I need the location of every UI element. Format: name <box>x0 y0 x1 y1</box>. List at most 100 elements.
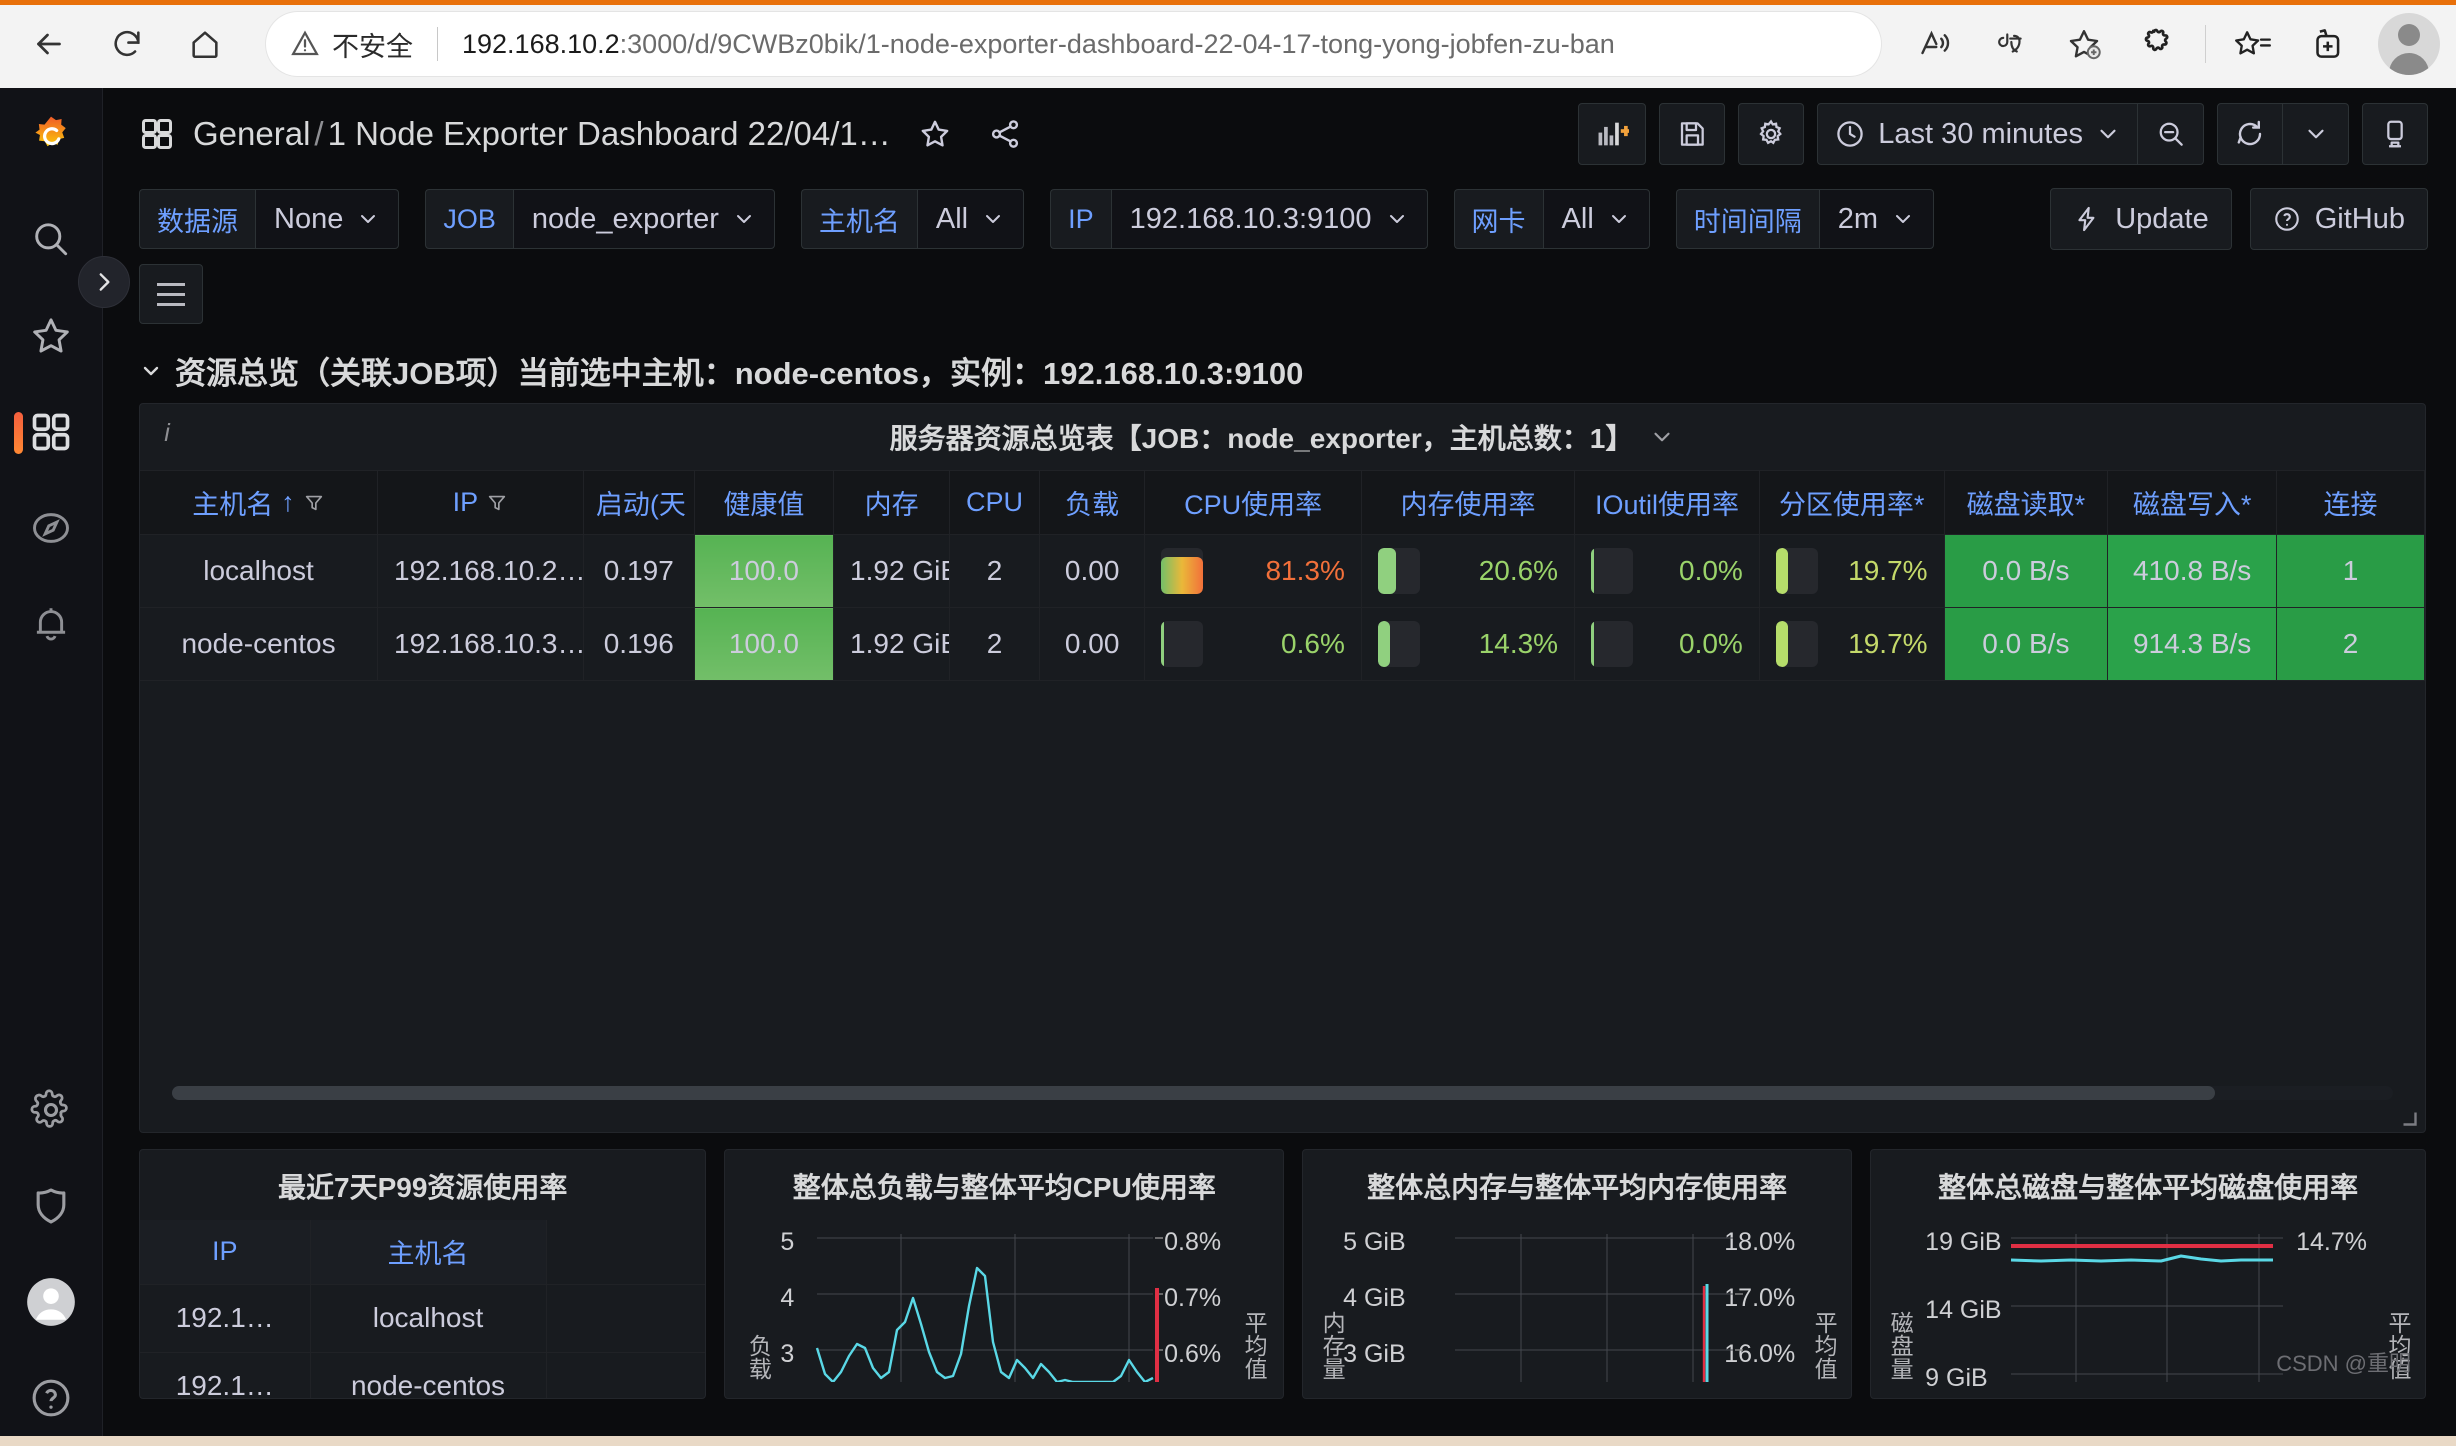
gauge-fill <box>1161 556 1204 594</box>
github-link[interactable]: GitHub <box>2249 188 2428 250</box>
col-label-ip: IP <box>452 487 479 517</box>
col-header-ioutil[interactable]: IOutil使用率 <box>1574 470 1760 535</box>
chevron-down-icon <box>361 215 376 223</box>
mark-favorite-button[interactable] <box>909 108 961 160</box>
dashboard-row-header[interactable]: 资源总览（关联JOB项）当前选中主机：node-centos，实例：192.16… <box>103 324 2456 403</box>
p99-col-ip[interactable]: IP <box>140 1220 311 1285</box>
p99-col-blank <box>546 1220 706 1285</box>
sidebar-item-explore[interactable] <box>0 480 103 576</box>
col-header-disk-write[interactable]: 磁盘写入* <box>2107 470 2278 535</box>
col-header-mem-usage[interactable]: 内存使用率 <box>1361 470 1576 535</box>
p99-cell-ip: 192.1… <box>140 1284 311 1353</box>
cell-cpu: 2 <box>949 534 1040 608</box>
col-header-conn[interactable]: 连接 <box>2276 470 2425 535</box>
update-link-label: Update <box>2115 202 2209 235</box>
p99-cell-ip: 192.1… <box>140 1352 311 1398</box>
col-header-ip[interactable]: IP <box>377 470 584 535</box>
scrollbar-thumb[interactable] <box>172 1086 2216 1100</box>
col-header-host[interactable]: 主机名 ↑ <box>140 470 379 535</box>
table-row[interactable]: 192.1… node-centos <box>140 1352 706 1398</box>
add-panel-button[interactable] <box>1578 103 1647 165</box>
profile-avatar[interactable] <box>2378 13 2440 75</box>
col-header-mem[interactable]: 内存 <box>833 470 951 535</box>
sidebar-item-help[interactable] <box>0 1350 103 1446</box>
filter-icon[interactable] <box>486 492 508 514</box>
col-header-cpu-usage[interactable]: CPU使用率 <box>1144 470 1362 535</box>
sidebar-item-configuration[interactable] <box>0 1062 103 1158</box>
col-header-health[interactable]: 健康值 <box>694 470 835 535</box>
site-security-indicator[interactable]: 不安全 <box>290 25 413 64</box>
sidebar-expand-button[interactable] <box>78 256 130 308</box>
translate-icon <box>1998 33 2022 53</box>
cell-mem: 1.92 GiB <box>833 534 951 608</box>
cell-cpu: 2 <box>949 607 1040 681</box>
collections-button[interactable] <box>2290 12 2364 76</box>
dashboard-menu-button[interactable] <box>139 264 203 324</box>
collections-icon <box>2316 29 2340 58</box>
update-link[interactable]: Update <box>2050 188 2232 250</box>
col-header-part-usage[interactable]: 分区使用率* <box>1759 470 1945 535</box>
breadcrumb-folder[interactable]: General <box>193 115 310 152</box>
time-range-picker[interactable]: Last 30 minutes <box>1817 103 2138 165</box>
col-header-uptime[interactable]: 启动(天 <box>583 470 695 535</box>
col-header-disk-read[interactable]: 磁盘读取* <box>1944 470 2109 535</box>
star-icon <box>33 318 69 353</box>
kiosk-mode-button[interactable] <box>2362 103 2428 165</box>
variable-value-hostname[interactable]: All <box>916 189 1025 249</box>
variable-label-hostname: 主机名 <box>800 189 917 249</box>
variable-value-ip[interactable]: 192.168.10.3:9100 <box>1110 189 1428 249</box>
back-button[interactable] <box>10 12 88 76</box>
sidebar-item-dashboards[interactable] <box>0 384 103 480</box>
cell-conn: 1 <box>2276 534 2425 608</box>
save-dashboard-button[interactable] <box>1659 103 1726 165</box>
panel-menu-button[interactable] <box>1649 424 1675 450</box>
refresh-interval-picker[interactable] <box>2283 103 2349 165</box>
cell-host: localhost <box>140 534 379 608</box>
table-row[interactable]: 192.1… localhost <box>140 1284 706 1353</box>
variable-value-nic[interactable]: All <box>1542 189 1650 249</box>
sidebar-item-alerting[interactable] <box>0 576 103 672</box>
table-row[interactable]: node-centos 192.168.10.3… 0.196 100.0 1.… <box>140 607 2425 681</box>
table-row[interactable]: localhost 192.168.10.2… 0.197 100.0 1.92… <box>140 534 2425 608</box>
reload-button[interactable] <box>88 12 166 76</box>
read-aloud-button[interactable] <box>1899 12 1973 76</box>
dashboard-settings-button[interactable] <box>1738 103 1805 165</box>
cell-uptime: 0.196 <box>583 607 695 681</box>
p99-col-host[interactable]: 主机名 <box>310 1220 547 1285</box>
sidebar-item-grafana-logo[interactable] <box>0 88 103 192</box>
gauge-fill <box>1591 621 1595 667</box>
zoom-out-time-button[interactable] <box>2138 103 2204 165</box>
favorites-button[interactable] <box>2216 12 2290 76</box>
extensions-button[interactable] <box>2121 12 2195 76</box>
refresh-icon <box>2237 120 2262 146</box>
variable-value-job[interactable]: node_exporter <box>512 189 775 249</box>
dashboard-settings-icon <box>1759 119 1783 145</box>
sidebar-item-server-admin[interactable] <box>0 1158 103 1254</box>
load-cpu-chart: 5 4 3 0.8% 0.7% 0.6% 负载 平均值 <box>725 1206 1283 1382</box>
table-horizontal-scrollbar[interactable] <box>172 1086 2393 1100</box>
address-bar[interactable]: 不安全 192.168.10.2:3000/d/9CWBz0bik/1-node… <box>266 12 1881 76</box>
save-dashboard-icon <box>1681 122 1705 146</box>
p99-cell-host: node-centos <box>310 1352 547 1398</box>
gauge-fill <box>1377 621 1391 667</box>
disk-panel-title: 整体总磁盘与整体平均磁盘使用率 <box>1938 1172 2359 1203</box>
avatar-body <box>2389 53 2429 75</box>
col-header-load[interactable]: 负载 <box>1039 470 1146 535</box>
variable-value-interval[interactable]: 2m <box>1818 189 1935 249</box>
panel-resize-handle[interactable] <box>2399 1108 2417 1126</box>
add-favorite-button[interactable] <box>2047 12 2121 76</box>
cell-load: 0.00 <box>1039 607 1146 681</box>
variable-value-datasource[interactable]: None <box>255 189 400 249</box>
home-button[interactable] <box>166 12 244 76</box>
gauge-fill <box>1377 548 1397 594</box>
translate-button[interactable] <box>1973 12 2047 76</box>
refresh-button[interactable] <box>2217 103 2283 165</box>
share-dashboard-button[interactable] <box>979 108 1031 160</box>
filter-icon[interactable] <box>303 492 325 514</box>
time-range-group: Last 30 minutes <box>1817 103 2204 165</box>
cell-host: node-centos <box>140 607 379 681</box>
user-avatar-icon <box>27 1278 75 1326</box>
col-header-cpu[interactable]: CPU <box>949 470 1040 535</box>
grafana-logo-icon <box>35 116 66 147</box>
sidebar-item-profile[interactable] <box>0 1254 103 1350</box>
